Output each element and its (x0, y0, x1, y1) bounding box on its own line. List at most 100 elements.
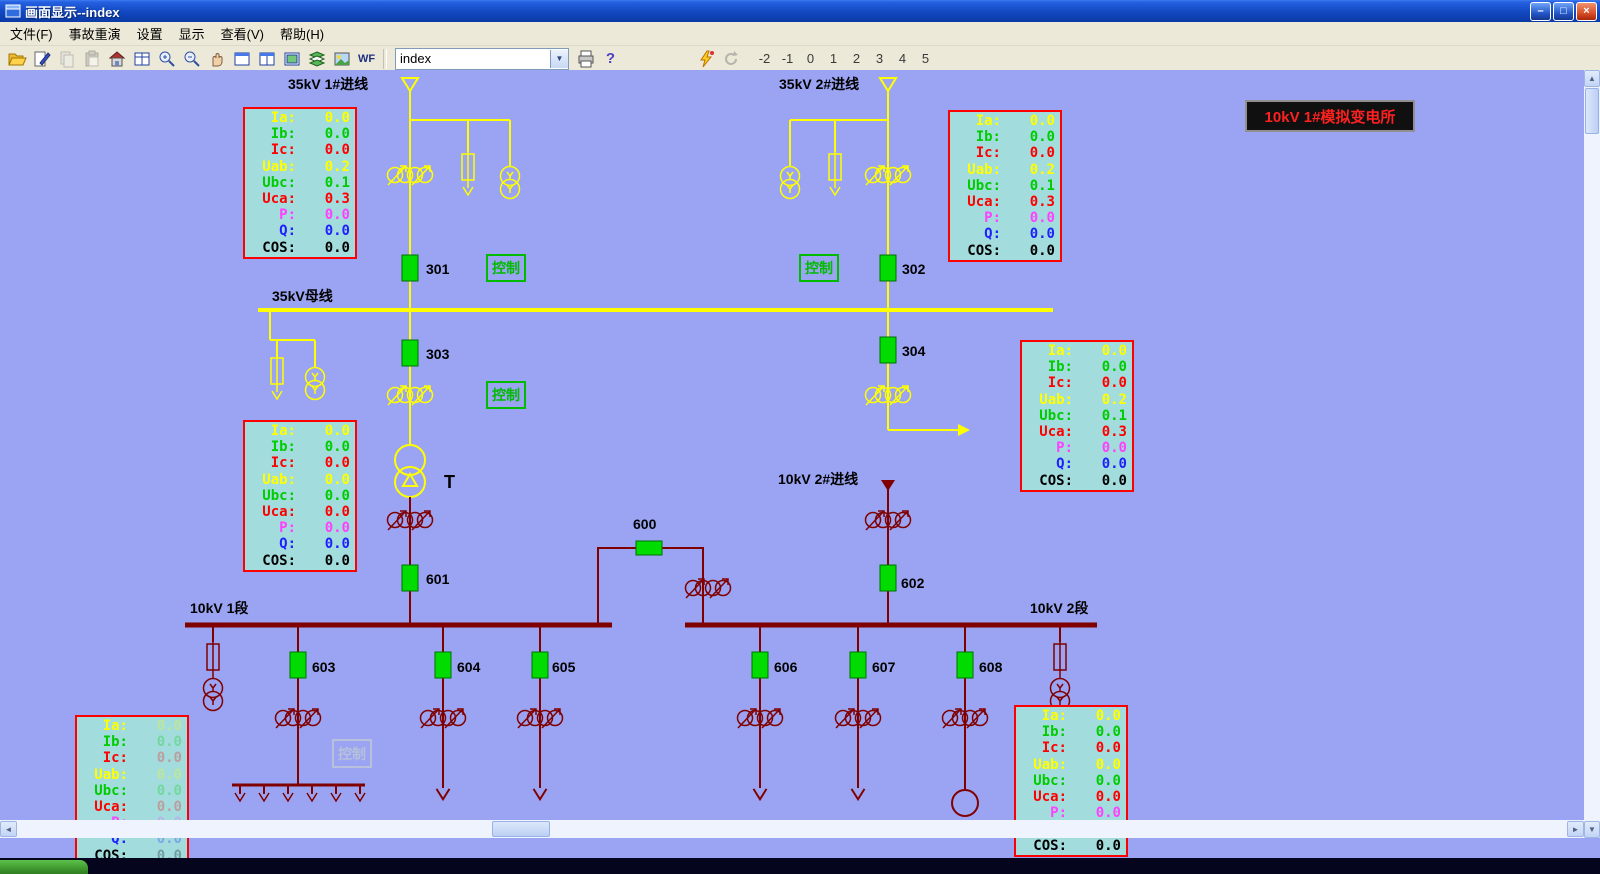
vertical-scrollbar[interactable]: ▲ ▼ (1584, 70, 1600, 838)
measurement-value: 0.0 (157, 848, 182, 859)
breaker-304[interactable] (880, 337, 896, 363)
control-button-303[interactable]: 控制 (487, 382, 525, 408)
breaker-605[interactable] (532, 652, 548, 678)
measurement-value: 0.0 (325, 142, 350, 158)
breaker-302-label: 302 (902, 261, 926, 277)
wf-icon[interactable]: WF (354, 48, 379, 70)
flash-icon[interactable] (693, 48, 718, 70)
open-icon[interactable] (4, 48, 29, 70)
measurement-row: Ia:0.0 (1021, 708, 1121, 724)
breaker-608[interactable] (957, 652, 973, 678)
measurement-row: Q:0.0 (250, 536, 350, 552)
help-icon[interactable]: ? (598, 48, 623, 70)
breaker-605-label: 605 (552, 659, 576, 675)
zoom-level-button[interactable]: -1 (776, 51, 799, 66)
scroll-up-icon[interactable]: ▲ (1584, 70, 1600, 87)
menu-item[interactable]: 设置 (129, 21, 171, 46)
breaker-602[interactable] (880, 565, 896, 591)
zoom-level-button[interactable]: 3 (868, 51, 891, 66)
control-label: 控制 (338, 746, 366, 762)
view-normal-icon[interactable] (229, 48, 254, 70)
control-button-302[interactable]: 控制 (800, 255, 838, 281)
view-full-icon[interactable] (279, 48, 304, 70)
print-icon[interactable] (573, 48, 598, 70)
image-icon[interactable] (329, 48, 354, 70)
home-icon[interactable] (104, 48, 129, 70)
breaker-607[interactable] (850, 652, 866, 678)
menu-item[interactable]: 显示 (171, 21, 213, 46)
toolbar-separator (383, 49, 387, 69)
menu-item[interactable]: 事故重演 (61, 21, 129, 46)
measurement-row: Ubc:0.1 (1027, 408, 1127, 424)
help-glyph: ? (606, 50, 615, 67)
breaker-302[interactable] (880, 255, 896, 281)
refresh-icon (718, 48, 743, 70)
measurement-label: COS: (250, 240, 296, 256)
horizontal-scrollbar[interactable]: ◄ ► (0, 820, 1584, 838)
measurement-row: COS:0.0 (250, 240, 350, 256)
zoom-level-button[interactable]: 4 (891, 51, 914, 66)
measurement-value: 0.3 (325, 191, 350, 207)
breaker-601-label: 601 (426, 571, 450, 587)
measurement-label: Uca: (250, 504, 296, 520)
start-button[interactable] (0, 860, 88, 874)
edit-icon[interactable] (29, 48, 54, 70)
breaker-303[interactable] (402, 340, 418, 366)
distribution-arrows (235, 785, 365, 801)
breaker-600[interactable] (636, 541, 662, 555)
scroll-down-icon[interactable]: ▼ (1584, 821, 1600, 838)
zoom-level-button[interactable]: -2 (753, 51, 776, 66)
view-split-icon[interactable] (254, 48, 279, 70)
zoom-in-icon[interactable] (154, 48, 179, 70)
pan-hand-icon[interactable] (204, 48, 229, 70)
measurement-label: COS: (1021, 838, 1067, 854)
breaker-604[interactable] (435, 652, 451, 678)
diagram-canvas[interactable]: 控制 控制 控制 控制 35kV 1#进线 35kV 2#进线 (0, 70, 1600, 858)
measurement-label: Uca: (1021, 789, 1067, 805)
scroll-right-icon[interactable]: ► (1567, 821, 1584, 837)
measurement-value: 0.0 (1096, 724, 1121, 740)
breaker-601[interactable] (402, 565, 418, 591)
control-button-603[interactable]: 控制 (333, 740, 371, 767)
title-bar[interactable]: 画面显示--index – □ × (0, 0, 1600, 22)
breaker-606[interactable] (752, 652, 768, 678)
measurement-label: COS: (1027, 473, 1073, 489)
view-select[interactable]: index ▼ (395, 48, 569, 70)
measurement-label: Q: (955, 226, 1001, 242)
layers-icon[interactable] (304, 48, 329, 70)
chevron-down-icon[interactable]: ▼ (550, 50, 568, 68)
zoom-level-button[interactable]: 2 (845, 51, 868, 66)
zoom-level-button[interactable]: 0 (799, 51, 822, 66)
vertical-scroll-thumb[interactable] (1585, 88, 1599, 134)
grid-icon[interactable] (129, 48, 154, 70)
close-button[interactable]: × (1576, 2, 1597, 21)
menu-item[interactable]: 帮助(H) (272, 21, 332, 46)
zoom-level-button[interactable]: 1 (822, 51, 845, 66)
scroll-left-icon[interactable]: ◄ (0, 821, 17, 837)
measurement-value: 0.0 (1102, 440, 1127, 456)
measurement-value: 0.0 (1030, 145, 1055, 161)
measurement-value: 0.0 (1030, 113, 1055, 129)
toolbar: WF index ▼ ? -2-1012345 (0, 46, 1600, 72)
control-button-301[interactable]: 控制 (487, 255, 525, 281)
breaker-603[interactable] (290, 652, 306, 678)
horizontal-scroll-thumb[interactable] (492, 821, 550, 837)
zoom-level-button[interactable]: 5 (914, 51, 937, 66)
measurement-label: Ia: (1027, 343, 1073, 359)
breaker-301[interactable] (402, 255, 418, 281)
measurement-value: 0.0 (157, 750, 182, 766)
zoom-out-icon[interactable] (179, 48, 204, 70)
measurement-value: 0.1 (1030, 178, 1055, 194)
measurement-value: 0.0 (325, 553, 350, 569)
minimize-button[interactable]: – (1530, 2, 1551, 21)
measurement-value: 0.0 (325, 439, 350, 455)
measurement-value: 0.0 (1102, 343, 1127, 359)
measurement-label: Ib: (250, 439, 296, 455)
measurement-row: Uca:0.0 (1021, 789, 1121, 805)
breaker-603-label: 603 (312, 659, 336, 675)
maximize-button[interactable]: □ (1553, 2, 1574, 21)
menu-item[interactable]: 查看(V) (213, 21, 272, 46)
menu-item[interactable]: 文件(F) (2, 21, 61, 46)
measurement-row: COS:0.0 (82, 848, 182, 859)
control-label: 控制 (805, 260, 833, 276)
